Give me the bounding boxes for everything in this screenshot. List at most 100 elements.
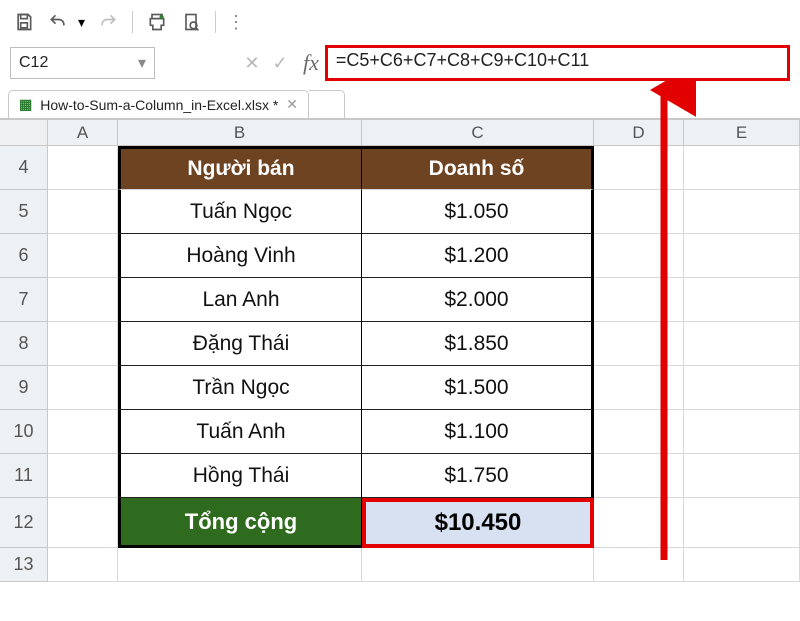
row-header-4[interactable]: 4 bbox=[0, 146, 48, 190]
toolbar-separator-2 bbox=[215, 11, 216, 33]
new-tab[interactable] bbox=[309, 90, 345, 118]
row-13: 13 bbox=[0, 548, 800, 582]
row-header-13[interactable]: 13 bbox=[0, 548, 48, 582]
column-header-A[interactable]: A bbox=[48, 120, 118, 145]
cell-A7[interactable] bbox=[48, 278, 118, 322]
name-box-value: C12 bbox=[19, 54, 48, 72]
cell-D10[interactable] bbox=[594, 410, 684, 454]
cell-B8[interactable]: Đặng Thái bbox=[118, 322, 362, 366]
row-header-12[interactable]: 12 bbox=[0, 498, 48, 548]
formula-accept-button[interactable]: ✓ bbox=[271, 53, 289, 74]
cell-E6[interactable] bbox=[684, 234, 800, 278]
row-4: 4 Người bán Doanh số bbox=[0, 146, 800, 190]
row-header-8[interactable]: 8 bbox=[0, 322, 48, 366]
column-header-E[interactable]: E bbox=[684, 120, 800, 145]
file-tab[interactable]: ▦ How-to-Sum-a-Column_in-Excel.xlsx * ✕ bbox=[8, 90, 309, 118]
formula-input[interactable]: =C5+C6+C7+C8+C9+C10+C11 bbox=[325, 45, 790, 81]
excel-file-icon: ▦ bbox=[19, 96, 32, 113]
cell-C12[interactable]: $10.450 bbox=[362, 498, 594, 548]
cell-B7[interactable]: Lan Anh bbox=[118, 278, 362, 322]
cell-B5[interactable]: Tuấn Ngọc bbox=[118, 190, 362, 234]
cell-C10[interactable]: $1.100 bbox=[362, 410, 594, 454]
row-header-10[interactable]: 10 bbox=[0, 410, 48, 454]
cell-A5[interactable] bbox=[48, 190, 118, 234]
cell-B12[interactable]: Tổng cộng bbox=[118, 498, 362, 548]
column-header-D[interactable]: D bbox=[594, 120, 684, 145]
cell-A12[interactable] bbox=[48, 498, 118, 548]
column-header-row: A B C D E bbox=[0, 120, 800, 146]
quick-access-toolbar: ▾ ⋮ bbox=[0, 0, 800, 42]
cell-D5[interactable] bbox=[594, 190, 684, 234]
save-button[interactable] bbox=[10, 8, 38, 36]
formula-bar-row: C12 ▾ ✕ ✓ fx =C5+C6+C7+C8+C9+C10+C11 bbox=[0, 42, 800, 84]
cell-E12[interactable] bbox=[684, 498, 800, 548]
cell-A6[interactable] bbox=[48, 234, 118, 278]
save-icon bbox=[14, 12, 34, 32]
cell-B4[interactable]: Người bán bbox=[118, 146, 362, 190]
cell-E7[interactable] bbox=[684, 278, 800, 322]
cell-E4[interactable] bbox=[684, 146, 800, 190]
cell-C11[interactable]: $1.750 bbox=[362, 454, 594, 498]
cell-D8[interactable] bbox=[594, 322, 684, 366]
formula-text: =C5+C6+C7+C8+C9+C10+C11 bbox=[336, 50, 589, 70]
cell-E5[interactable] bbox=[684, 190, 800, 234]
print-icon bbox=[147, 12, 167, 32]
cell-D11[interactable] bbox=[594, 454, 684, 498]
cell-A9[interactable] bbox=[48, 366, 118, 410]
select-all-corner[interactable] bbox=[0, 120, 48, 145]
undo-dropdown[interactable]: ▾ bbox=[78, 14, 88, 31]
spreadsheet: A B C D E 4 Người bán Doanh số 5 Tuấn Ng… bbox=[0, 120, 800, 582]
cell-B9[interactable]: Trần Ngọc bbox=[118, 366, 362, 410]
cell-C4[interactable]: Doanh số bbox=[362, 146, 594, 190]
row-header-6[interactable]: 6 bbox=[0, 234, 48, 278]
cell-D12[interactable] bbox=[594, 498, 684, 548]
formula-cancel-button[interactable]: ✕ bbox=[243, 53, 261, 74]
cell-D4[interactable] bbox=[594, 146, 684, 190]
cell-A4[interactable] bbox=[48, 146, 118, 190]
cell-C13[interactable] bbox=[362, 548, 594, 582]
cell-D13[interactable] bbox=[594, 548, 684, 582]
formula-controls: ✕ ✓ bbox=[235, 53, 297, 74]
row-header-9[interactable]: 9 bbox=[0, 366, 48, 410]
redo-button[interactable] bbox=[94, 8, 122, 36]
cell-D9[interactable] bbox=[594, 366, 684, 410]
close-file-icon[interactable]: ✕ bbox=[286, 96, 298, 113]
undo-button[interactable] bbox=[44, 8, 72, 36]
cell-C5[interactable]: $1.050 bbox=[362, 190, 594, 234]
cell-C9[interactable]: $1.500 bbox=[362, 366, 594, 410]
cell-C7[interactable]: $2.000 bbox=[362, 278, 594, 322]
cell-A10[interactable] bbox=[48, 410, 118, 454]
column-header-B[interactable]: B bbox=[118, 120, 362, 145]
cell-D7[interactable] bbox=[594, 278, 684, 322]
file-tab-label: How-to-Sum-a-Column_in-Excel.xlsx * bbox=[40, 97, 278, 113]
cell-A8[interactable] bbox=[48, 322, 118, 366]
cell-E9[interactable] bbox=[684, 366, 800, 410]
cell-A11[interactable] bbox=[48, 454, 118, 498]
name-box-dropdown-icon[interactable]: ▾ bbox=[138, 53, 146, 73]
undo-icon bbox=[48, 12, 68, 32]
row-header-5[interactable]: 5 bbox=[0, 190, 48, 234]
toolbar-more[interactable]: ⋮ bbox=[226, 17, 246, 27]
cell-B11[interactable]: Hồng Thái bbox=[118, 454, 362, 498]
cell-E10[interactable] bbox=[684, 410, 800, 454]
cell-B6[interactable]: Hoàng Vinh bbox=[118, 234, 362, 278]
cell-C6[interactable]: $1.200 bbox=[362, 234, 594, 278]
print-button[interactable] bbox=[143, 8, 171, 36]
redo-icon bbox=[98, 12, 118, 32]
cell-D6[interactable] bbox=[594, 234, 684, 278]
row-header-11[interactable]: 11 bbox=[0, 454, 48, 498]
cell-A13[interactable] bbox=[48, 548, 118, 582]
cell-E13[interactable] bbox=[684, 548, 800, 582]
column-header-C[interactable]: C bbox=[362, 120, 594, 145]
row-9: 9 Trần Ngọc $1.500 bbox=[0, 366, 800, 410]
cell-B10[interactable]: Tuấn Anh bbox=[118, 410, 362, 454]
print-preview-button[interactable] bbox=[177, 8, 205, 36]
name-box[interactable]: C12 ▾ bbox=[10, 47, 155, 79]
row-header-7[interactable]: 7 bbox=[0, 278, 48, 322]
fx-label[interactable]: fx bbox=[303, 50, 319, 76]
cell-C8[interactable]: $1.850 bbox=[362, 322, 594, 366]
cell-E8[interactable] bbox=[684, 322, 800, 366]
cell-E11[interactable] bbox=[684, 454, 800, 498]
row-11: 11 Hồng Thái $1.750 bbox=[0, 454, 800, 498]
cell-B13[interactable] bbox=[118, 548, 362, 582]
